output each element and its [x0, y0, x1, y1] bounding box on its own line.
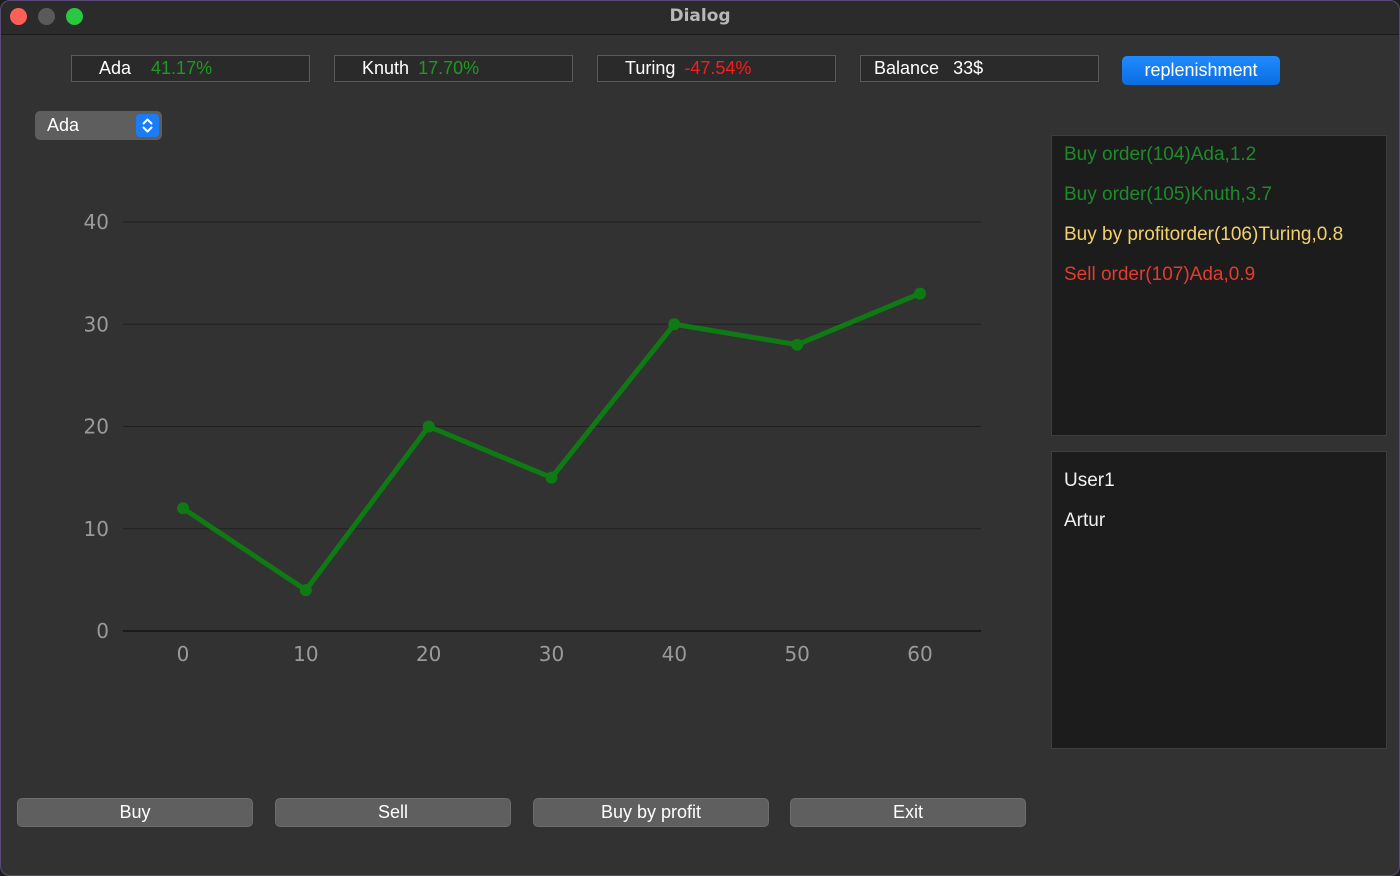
balance-value: 33$: [953, 58, 984, 78]
replenishment-button[interactable]: replenishment: [1122, 56, 1280, 85]
sell-button[interactable]: Sell: [275, 798, 511, 827]
x-tick-label: 50: [784, 642, 809, 666]
window-title: Dialog: [669, 6, 731, 26]
ticker-ada: Ada 41.17%: [71, 55, 310, 82]
currency-select-value: Ada: [47, 115, 80, 135]
y-tick-label: 30: [84, 312, 109, 336]
data-point: [545, 471, 558, 484]
y-tick-label: 0: [96, 619, 109, 643]
data-point: [914, 287, 926, 300]
order-item[interactable]: Buy by profitorder(106)Turing,0.8: [1064, 224, 1343, 246]
x-tick-label: 10: [293, 642, 318, 666]
series-line: [180, 291, 923, 593]
user-item[interactable]: Artur: [1064, 510, 1105, 532]
ticker-knuth-name: Knuth: [362, 58, 410, 78]
ticker-turing: Turing -47.54%: [597, 55, 836, 82]
order-item[interactable]: Sell order(107)Ada,0.9: [1064, 264, 1255, 286]
data-point: [668, 318, 681, 331]
currency-select[interactable]: Ada: [35, 111, 162, 140]
users-list[interactable]: User1 Artur: [1051, 451, 1387, 749]
order-item[interactable]: Buy order(104)Ada,1.2: [1064, 144, 1256, 166]
select-arrows-icon: [136, 114, 159, 137]
ticker-ada-name: Ada: [99, 58, 132, 78]
buy-by-profit-button[interactable]: Buy by profit: [533, 798, 769, 827]
ticker-turing-value: -47.54%: [684, 58, 752, 78]
ticker-knuth-value: 17.70%: [418, 58, 480, 78]
exit-button[interactable]: Exit: [790, 798, 1026, 827]
y-tick-label: 10: [84, 517, 109, 541]
x-tick-label: 20: [416, 642, 441, 666]
dialog-window: Dialog Ada 41.17% Knuth 17.70% Turing -47…: [0, 0, 1400, 876]
data-point: [791, 338, 804, 351]
order-item[interactable]: Buy order(105)Knuth,3.7: [1064, 184, 1272, 206]
y-tick-label: 20: [84, 415, 109, 439]
ticker-turing-name: Turing: [625, 58, 676, 78]
data-point: [177, 502, 189, 515]
data-point: [422, 420, 435, 433]
x-tick-label: 30: [539, 642, 564, 666]
x-tick-label: 0: [177, 642, 190, 666]
title-bar: Dialog: [1, 1, 1399, 35]
y-tick-label: 40: [84, 210, 109, 234]
data-point: [299, 584, 312, 597]
x-tick-label: 40: [662, 642, 687, 666]
buy-button[interactable]: Buy: [17, 798, 253, 827]
ticker-ada-value: 41.17%: [151, 58, 213, 78]
price-line-chart: 0 10 20 30 40 0 10 20 30 40 50 60: [84, 210, 981, 666]
balance-label: Balance: [874, 58, 940, 78]
ticker-knuth: Knuth 17.70%: [334, 55, 573, 82]
x-tick-label: 60: [907, 642, 932, 666]
user-item[interactable]: User1: [1064, 470, 1115, 492]
orders-list[interactable]: Buy order(104)Ada,1.2 Buy order(105)Knut…: [1051, 135, 1387, 436]
balance-display: Balance 33$: [860, 55, 1099, 82]
